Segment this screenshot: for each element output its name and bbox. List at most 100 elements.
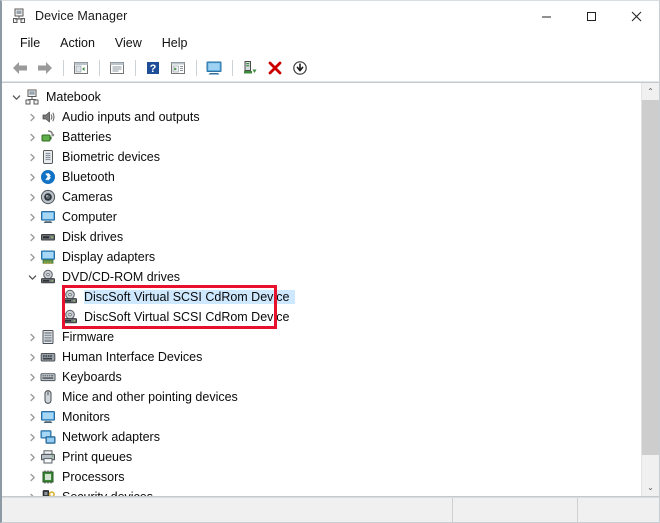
printer-icon bbox=[40, 449, 56, 465]
tree-item[interactable]: Audio inputs and outputs bbox=[2, 107, 641, 127]
device-manager-window: Device Manager File Action View Help ? M… bbox=[0, 0, 660, 523]
chevron-right-icon[interactable] bbox=[24, 413, 40, 422]
chevron-down-icon[interactable] bbox=[24, 273, 40, 282]
tree-item-label: Display adapters bbox=[62, 250, 156, 264]
status-pane-secondary bbox=[453, 498, 578, 522]
chevron-right-icon[interactable] bbox=[24, 453, 40, 462]
cdrom-icon bbox=[40, 269, 56, 285]
tree-item[interactable]: Processors bbox=[2, 467, 641, 487]
menu-view[interactable]: View bbox=[105, 34, 152, 52]
tree-item[interactable]: DiscSoft Virtual SCSI CdRom Device bbox=[2, 307, 641, 327]
device-tree-pane: Matebook Audio inputs and outputs Batterie… bbox=[2, 82, 659, 497]
back-button[interactable] bbox=[8, 57, 32, 79]
forward-button[interactable] bbox=[33, 57, 57, 79]
tree-item-label: Audio inputs and outputs bbox=[62, 110, 200, 124]
cdrom-device-icon bbox=[62, 289, 78, 305]
chevron-right-icon[interactable] bbox=[24, 213, 40, 222]
chevron-right-icon[interactable] bbox=[24, 493, 40, 496]
scan-hardware-icon[interactable] bbox=[166, 57, 190, 79]
chevron-right-icon[interactable] bbox=[24, 233, 40, 242]
tree-item[interactable]: Firmware bbox=[2, 327, 641, 347]
mouse-icon bbox=[40, 389, 56, 405]
tree-item[interactable]: DVD/CD-ROM drives bbox=[2, 267, 641, 287]
console-tree-icon[interactable] bbox=[69, 57, 93, 79]
tree-item-label: Firmware bbox=[62, 330, 115, 344]
chevron-right-icon[interactable] bbox=[24, 133, 40, 142]
tree-item-label: DiscSoft Virtual SCSI CdRom Device bbox=[84, 290, 296, 304]
tree-item-label: Monitors bbox=[62, 410, 110, 424]
chevron-right-icon[interactable] bbox=[24, 173, 40, 182]
scrollbar-thumb[interactable] bbox=[642, 100, 659, 455]
monitor-icon bbox=[40, 209, 56, 225]
scroll-down-button[interactable]: ⌄ bbox=[642, 479, 659, 496]
tree-item-label: DiscSoft Virtual SCSI CdRom Device bbox=[84, 310, 290, 324]
tree-item[interactable]: Network adapters bbox=[2, 427, 641, 447]
tree-item-label: Human Interface Devices bbox=[62, 350, 203, 364]
menu-action[interactable]: Action bbox=[50, 34, 105, 52]
monitor-icon bbox=[40, 409, 56, 425]
toolbar-separator bbox=[135, 60, 136, 76]
status-pane-primary bbox=[2, 498, 453, 522]
tree-item[interactable]: Keyboards bbox=[2, 367, 641, 387]
tree-item[interactable]: Matebook bbox=[2, 87, 641, 107]
chevron-right-icon[interactable] bbox=[24, 373, 40, 382]
device-manager-icon bbox=[11, 8, 27, 24]
properties-icon[interactable] bbox=[105, 57, 129, 79]
tree-item[interactable]: Mice and other pointing devices bbox=[2, 387, 641, 407]
maximize-button[interactable] bbox=[569, 1, 614, 31]
tree-item-label: Computer bbox=[62, 210, 117, 224]
minimize-button[interactable] bbox=[524, 1, 569, 31]
monitor-icon[interactable] bbox=[202, 57, 226, 79]
chevron-right-icon[interactable] bbox=[24, 153, 40, 162]
tree-item[interactable]: Cameras bbox=[2, 187, 641, 207]
chevron-right-icon[interactable] bbox=[24, 353, 40, 362]
red-x-icon[interactable] bbox=[263, 57, 287, 79]
bluetooth-icon bbox=[40, 169, 56, 185]
security-device-icon bbox=[40, 489, 56, 496]
scrollbar-track[interactable] bbox=[642, 100, 659, 479]
tree-item[interactable]: Print queues bbox=[2, 447, 641, 467]
update-driver-icon[interactable] bbox=[238, 57, 262, 79]
chevron-right-icon[interactable] bbox=[24, 393, 40, 402]
help-question-icon[interactable]: ? bbox=[141, 57, 165, 79]
tree-item-label: Cameras bbox=[62, 190, 113, 204]
tree-item[interactable]: Bluetooth bbox=[2, 167, 641, 187]
tree-item[interactable]: Computer bbox=[2, 207, 641, 227]
close-button[interactable] bbox=[614, 1, 659, 31]
battery-icon bbox=[40, 129, 56, 145]
tree-item[interactable]: Disk drives bbox=[2, 227, 641, 247]
toolbar-separator bbox=[232, 60, 233, 76]
chevron-right-icon[interactable] bbox=[24, 113, 40, 122]
tree-item-label: DVD/CD-ROM drives bbox=[62, 270, 181, 284]
device-tree[interactable]: Matebook Audio inputs and outputs Batterie… bbox=[2, 83, 641, 496]
tree-item[interactable]: Security devices bbox=[2, 487, 641, 496]
display-adapter-icon bbox=[40, 249, 56, 265]
toolbar: ? bbox=[2, 55, 659, 82]
chevron-right-icon[interactable] bbox=[24, 333, 40, 342]
chevron-right-icon[interactable] bbox=[24, 433, 40, 442]
tree-item-label: Print queues bbox=[62, 450, 133, 464]
scroll-up-button[interactable]: ⌃ bbox=[642, 83, 659, 100]
tree-item[interactable]: Human Interface Devices bbox=[2, 347, 641, 367]
vertical-scrollbar[interactable]: ⌃ ⌄ bbox=[641, 83, 659, 496]
toolbar-separator bbox=[99, 60, 100, 76]
chevron-right-icon[interactable] bbox=[24, 473, 40, 482]
hid-icon bbox=[40, 349, 56, 365]
menu-help[interactable]: Help bbox=[152, 34, 198, 52]
tree-item[interactable]: Display adapters bbox=[2, 247, 641, 267]
tree-item[interactable]: Monitors bbox=[2, 407, 641, 427]
tree-item[interactable]: Biometric devices bbox=[2, 147, 641, 167]
menu-file[interactable]: File bbox=[10, 34, 50, 52]
window-title: Device Manager bbox=[35, 9, 128, 23]
tree-item[interactable]: DiscSoft Virtual SCSI CdRom Device bbox=[2, 287, 641, 307]
computer-root-icon bbox=[24, 89, 40, 105]
svg-text:?: ? bbox=[150, 63, 157, 75]
chevron-right-icon[interactable] bbox=[24, 193, 40, 202]
chevron-right-icon[interactable] bbox=[24, 253, 40, 262]
chevron-down-icon[interactable] bbox=[8, 93, 24, 102]
camera-icon bbox=[40, 189, 56, 205]
tree-item[interactable]: Batteries bbox=[2, 127, 641, 147]
down-arrow-circle-icon[interactable] bbox=[288, 57, 312, 79]
speaker-icon bbox=[40, 109, 56, 125]
status-bar bbox=[2, 497, 659, 522]
